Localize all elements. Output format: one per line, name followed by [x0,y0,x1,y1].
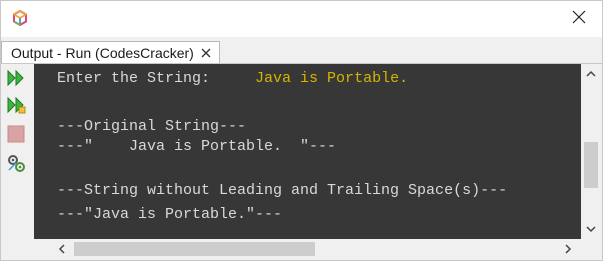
title-bar [1,1,602,37]
scroll-down-icon[interactable] [585,223,597,235]
scroll-up-icon[interactable] [585,68,597,80]
prompt-text: Enter the String: [57,70,256,87]
output-toolbar [1,64,34,260]
rerun-button[interactable] [5,69,27,91]
window-close-button[interactable] [556,1,602,37]
rerun-with-options-button[interactable] [5,96,27,118]
stop-icon [7,125,25,148]
tab-close-icon[interactable] [199,46,213,60]
horizontal-scroll-thumb[interactable] [74,242,315,256]
stop-button[interactable] [5,125,27,147]
original-string-header: ---Original String--- [57,118,247,135]
scrollbar-corner [581,239,601,259]
rerun-with-options-icon [6,96,26,119]
horizontal-scrollbar[interactable] [34,239,581,259]
tab-output-run[interactable]: Output - Run (CodesCracker) [1,41,220,63]
output-window: Output - Run (CodesCracker) Enter the St… [0,0,603,261]
tab-strip: Output - Run (CodesCracker) [1,37,602,64]
scroll-left-icon[interactable] [56,243,68,255]
console-prompt-line: Enter the String: Java is Portable. [57,69,408,89]
close-icon [572,10,586,29]
trimmed-string-value: ---"Java is Portable."--- [57,206,283,223]
user-input-text: Java is Portable. [255,70,409,87]
rerun-icon [6,69,26,92]
vertical-scroll-thumb[interactable] [584,142,598,188]
scroll-right-icon[interactable] [562,243,574,255]
settings-button[interactable] [5,154,27,176]
settings-icon [6,153,26,178]
trimmed-string-header: ---String without Leading and Trailing S… [57,182,508,199]
tab-label: Output - Run (CodesCracker) [11,44,194,61]
original-string-value: ---" Java is Portable. "--- [57,138,337,155]
netbeans-cube-icon [12,9,28,27]
vertical-scrollbar[interactable] [581,64,601,239]
console-output[interactable]: Enter the String: Java is Portable. ---O… [34,64,581,239]
